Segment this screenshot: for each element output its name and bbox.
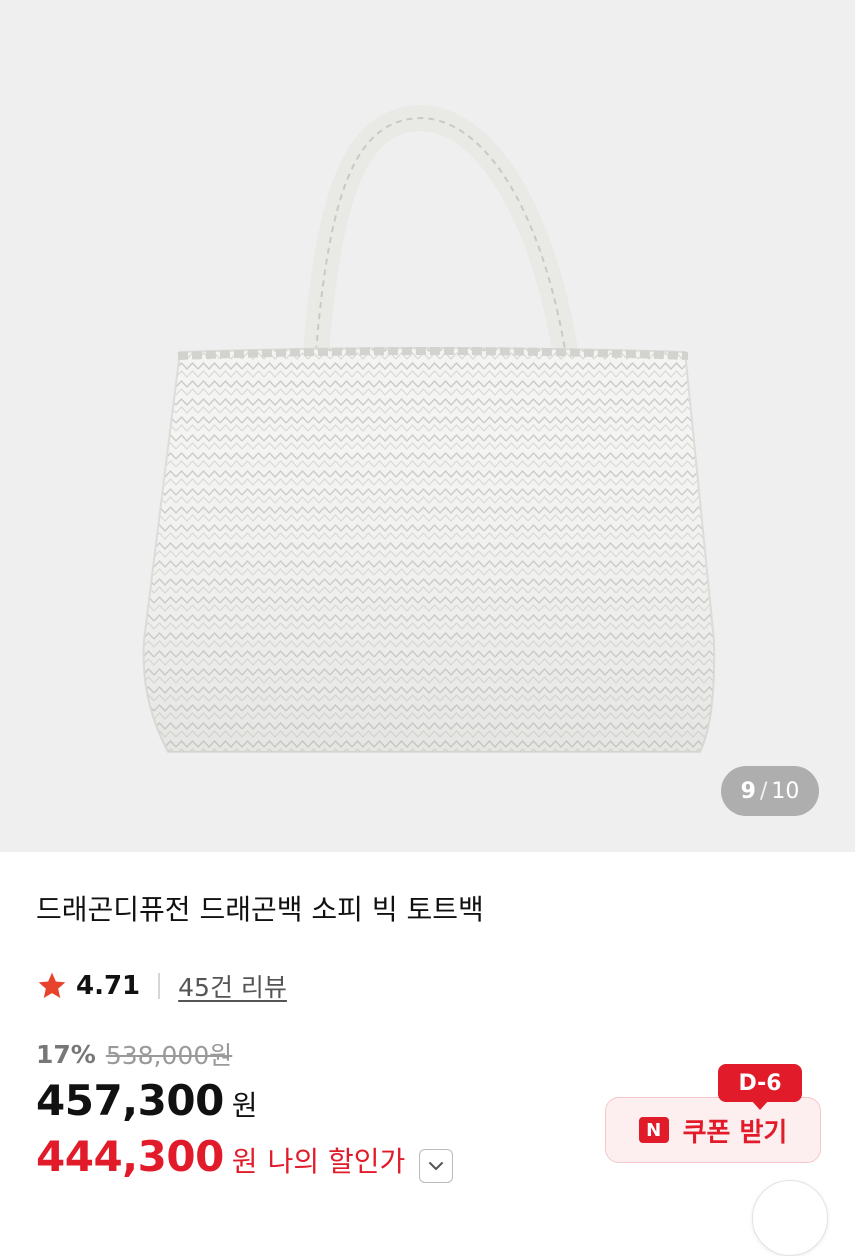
- image-counter-total: 10: [771, 778, 800, 804]
- coupon-download-button[interactable]: N 쿠폰 받기: [605, 1097, 821, 1163]
- original-price: 538,000원: [105, 1041, 233, 1070]
- product-image-gallery[interactable]: 9 / 10: [0, 0, 855, 852]
- coupon-dday-badge: D-6: [718, 1064, 802, 1102]
- discount-percent: 17%: [36, 1039, 96, 1069]
- rating-value: 4.71: [76, 971, 141, 1001]
- price-row: 457,300 원: [36, 1076, 258, 1125]
- my-discount-price-label: 나의 할인가: [267, 1145, 406, 1178]
- coupon-button-label: 쿠폰 받기: [682, 1117, 788, 1148]
- image-counter-current: 9: [740, 778, 756, 804]
- star-icon: [38, 972, 66, 998]
- sale-price-unit: 원: [231, 1089, 258, 1122]
- my-discount-price-unit: 원: [231, 1145, 258, 1178]
- rating-row: 4.71 45건 리뷰: [36, 966, 287, 1006]
- rating-divider: [158, 973, 161, 999]
- my-price-row: 444,300 원 나의 할인가: [36, 1132, 454, 1183]
- chevron-down-icon: [429, 1162, 444, 1170]
- floating-action-button[interactable]: [752, 1180, 828, 1256]
- product-image: [142, 104, 716, 753]
- price-detail-toggle[interactable]: [419, 1149, 454, 1183]
- image-counter-separator: /: [759, 778, 768, 804]
- coupon-dday-badge-tail: [751, 1100, 769, 1110]
- review-count-link[interactable]: 45건 리뷰: [178, 968, 287, 1004]
- discount-row: 17% 538,000원: [36, 1036, 232, 1072]
- my-discount-price: 444,300: [36, 1132, 224, 1181]
- n-badge-icon: N: [638, 1117, 669, 1143]
- product-title: 드래곤디퓨전 드래곤백 소피 빅 토트백: [36, 893, 484, 926]
- image-counter: 9 / 10: [721, 766, 819, 816]
- sale-price: 457,300: [36, 1076, 224, 1125]
